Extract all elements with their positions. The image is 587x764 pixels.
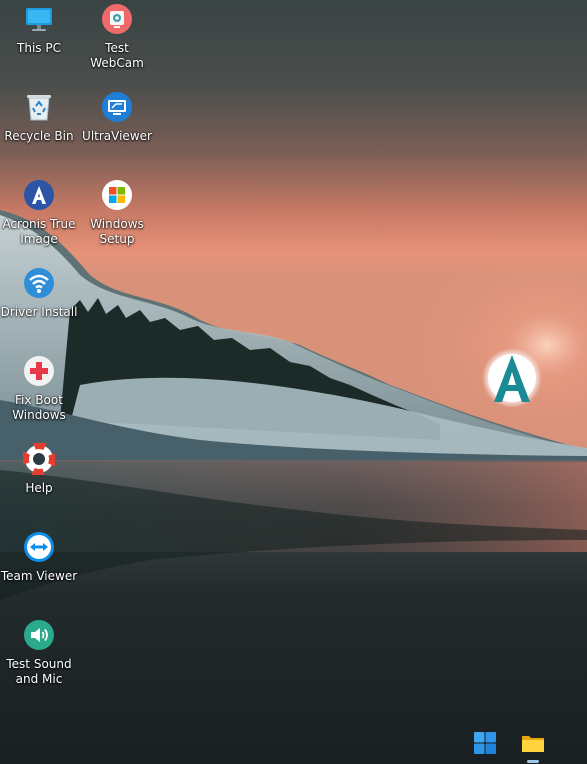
file-explorer-icon [522, 736, 544, 752]
speaker-icon [22, 618, 56, 652]
wifi-icon [22, 266, 56, 300]
medical-cross-icon [22, 354, 56, 388]
desktop-icon-label: Test Sound and Mic [6, 657, 72, 686]
desktop-icon-label: Acronis True Image [2, 217, 76, 246]
desktop-icon-help[interactable]: Help [0, 442, 78, 496]
teamviewer-icon [22, 530, 56, 564]
desktop-icon-acronis[interactable]: Acronis True Image [0, 178, 78, 247]
recycle-bin-icon [22, 90, 56, 124]
desktop-icon-label: UltraViewer [82, 129, 152, 143]
desktop-icon-fix-boot[interactable]: Fix Boot Windows [0, 354, 78, 423]
desktop-icon-label: Fix Boot Windows [12, 393, 66, 422]
lifebuoy-icon [22, 442, 56, 476]
acronis-icon [22, 178, 56, 212]
windows-start-icon [474, 732, 496, 754]
desktop-icon-recycle-bin[interactable]: Recycle Bin [0, 90, 78, 144]
windows-start-button[interactable] [471, 729, 499, 757]
wallpaper-logo-a [494, 355, 530, 402]
desktop-icon-label: Driver Install [0, 305, 78, 319]
desktop-icon-this-pc[interactable]: This PC [0, 2, 78, 56]
windows-setup-icon [100, 178, 134, 212]
desktop-icon-teamviewer[interactable]: Team Viewer [0, 530, 78, 584]
desktop-icon-label: Windows Setup [90, 217, 144, 246]
monitor-icon [22, 2, 56, 36]
desktop-icon-test-sound[interactable]: Test Sound and Mic [0, 618, 78, 687]
desktop-icon-label: Test WebCam [90, 41, 144, 70]
webcam-icon [100, 2, 134, 36]
ultraviewer-icon [100, 90, 134, 124]
desktop-icon-label: Recycle Bin [4, 129, 74, 143]
desktop-icon-driver-install[interactable]: Driver Install [0, 266, 78, 320]
desktop-icon-test-webcam[interactable]: Test WebCam [78, 2, 156, 71]
desktop-icon-label: This PC [17, 41, 61, 55]
active-indicator [527, 760, 539, 763]
desktop-icon-ultraviewer[interactable]: UltraViewer [78, 90, 156, 144]
desktop-icon-label: Help [25, 481, 53, 495]
file-explorer-button[interactable] [518, 729, 548, 763]
desktop-icon-windows-setup[interactable]: Windows Setup [78, 178, 156, 247]
desktop-icon-label: Team Viewer [0, 569, 78, 583]
